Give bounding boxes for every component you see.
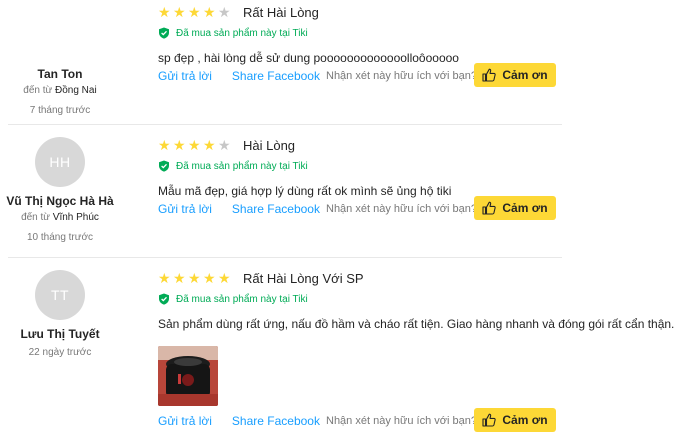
review-item: HH Vũ Thị Ngọc Hà Hà đến từ Vĩnh Phúc 10… (0, 125, 700, 258)
author-location: đến từ Vĩnh Phúc (0, 211, 120, 225)
thanks-button[interactable]: Cảm ơn (474, 196, 556, 220)
location-name: Vĩnh Phúc (52, 212, 99, 223)
share-facebook-link[interactable]: Share Facebook (232, 414, 320, 428)
star-filled-icon: ★ (158, 137, 171, 153)
verified-text: Đã mua sản phẩm này tại Tiki (176, 293, 308, 305)
author-location: đến từ Đồng Nai (0, 84, 120, 98)
thanks-button[interactable]: Cảm ơn (474, 408, 556, 432)
review-content: ★ ★ ★ ★ ★ Hài Lòng Đã mua sản phẩm này tại T… (158, 134, 698, 199)
star-filled-icon: ★ (188, 137, 201, 153)
helpful-question: Nhận xét này hữu ích với bạn? (326, 203, 477, 215)
reply-link[interactable]: Gửi trả lời (158, 414, 212, 428)
thumbs-up-icon (482, 201, 497, 215)
star-filled-icon: ★ (158, 270, 171, 286)
location-name: Đồng Nai (55, 85, 97, 96)
thanks-label: Cảm ơn (502, 413, 548, 427)
rating-row: ★ ★ ★ ★ ★ Rất Hài Lòng (158, 1, 698, 23)
review-content: ★ ★ ★ ★ ★ Rất Hài Lòng Đã mua sản phẩm này t… (158, 1, 698, 66)
review-item: TT Lưu Thị Tuyết 22 ngày trước ★ ★ ★ ★ ★ Rất… (0, 258, 700, 438)
author-name: Vũ Thị Ngọc Hà Hà (6, 194, 114, 208)
star-filled-icon: ★ (173, 270, 186, 286)
thanks-label: Cảm ơn (502, 201, 548, 215)
star-filled-icon: ★ (188, 4, 201, 20)
review-actions: Gửi trả lời Share Facebook Nhận xét này … (158, 63, 558, 89)
review-photo[interactable] (158, 346, 218, 406)
review-actions: Gửi trả lời Share Facebook Nhận xét này … (158, 196, 558, 222)
avatar: TT (35, 270, 85, 320)
star-rating: ★ ★ ★ ★ ★ (158, 138, 233, 152)
author-name: Lưu Thị Tuyết (20, 327, 100, 341)
star-filled-icon: ★ (203, 270, 216, 286)
star-rating: ★ ★ ★ ★ ★ (158, 271, 233, 285)
share-facebook-link[interactable]: Share Facebook (232, 69, 320, 83)
star-filled-icon: ★ (218, 270, 231, 286)
rating-row: ★ ★ ★ ★ ★ Hài Lòng (158, 134, 698, 156)
star-empty-icon: ★ (218, 4, 231, 20)
author-name: Tan Ton (37, 67, 83, 81)
review-item: Tan Ton đến từ Đồng Nai 7 tháng trước ★ ★… (0, 0, 700, 125)
from-prefix: đến từ (21, 212, 50, 223)
verified-shield-icon (159, 160, 169, 172)
star-filled-icon: ★ (158, 4, 171, 20)
star-empty-icon: ★ (218, 137, 231, 153)
review-author: Tan Ton đến từ Đồng Nai 7 tháng trước (0, 66, 120, 118)
avatar: HH (35, 137, 85, 187)
review-author: TT Lưu Thị Tuyết 22 ngày trước (0, 270, 120, 360)
verified-purchase: Đã mua sản phẩm này tại Tiki (158, 24, 698, 42)
thanks-button[interactable]: Cảm ơn (474, 63, 556, 87)
reply-link[interactable]: Gửi trả lời (158, 69, 212, 83)
review-time: 22 ngày trước (28, 347, 92, 358)
star-rating: ★ ★ ★ ★ ★ (158, 5, 233, 19)
thumbs-up-icon (482, 413, 497, 427)
star-filled-icon: ★ (203, 137, 216, 153)
share-facebook-link[interactable]: Share Facebook (232, 202, 320, 216)
from-prefix: đến từ (23, 85, 53, 96)
thumbs-up-icon (482, 68, 497, 82)
review-comment: Sản phẩm dùng rất ứng, nấu đồ hầm và chá… (158, 317, 675, 331)
star-filled-icon: ★ (173, 137, 186, 153)
review-time: 10 tháng trước (26, 232, 94, 243)
thanks-label: Cảm ơn (502, 68, 548, 82)
rating-title: Rất Hài Lòng Với SP (243, 270, 364, 286)
rating-title: Rất Hài Lòng (243, 4, 319, 20)
helpful-question: Nhận xét này hữu ích với bạn? (326, 415, 477, 427)
helpful-question: Nhận xét này hữu ích với bạn? (326, 70, 477, 82)
review-author: HH Vũ Thị Ngọc Hà Hà đến từ Vĩnh Phúc 10… (0, 137, 120, 245)
verified-purchase: Đã mua sản phẩm này tại Tiki (158, 157, 698, 175)
verified-shield-icon (159, 293, 169, 305)
verified-text: Đã mua sản phẩm này tại Tiki (176, 27, 308, 39)
star-filled-icon: ★ (188, 270, 201, 286)
star-filled-icon: ★ (173, 4, 186, 20)
star-filled-icon: ★ (203, 4, 216, 20)
rating-row: ★ ★ ★ ★ ★ Rất Hài Lòng Với SP (158, 267, 698, 289)
rating-title: Hài Lòng (243, 137, 296, 153)
review-time: 7 tháng trước (29, 105, 91, 116)
verified-purchase: Đã mua sản phẩm này tại Tiki (158, 290, 698, 308)
review-actions: Gửi trả lời Share Facebook Nhận xét này … (158, 408, 558, 434)
verified-shield-icon (159, 27, 169, 39)
reply-link[interactable]: Gửi trả lời (158, 202, 212, 216)
review-content: ★ ★ ★ ★ ★ Rất Hài Lòng Với SP Đã mua sản phẩ… (158, 267, 698, 406)
verified-text: Đã mua sản phẩm này tại Tiki (176, 160, 308, 172)
